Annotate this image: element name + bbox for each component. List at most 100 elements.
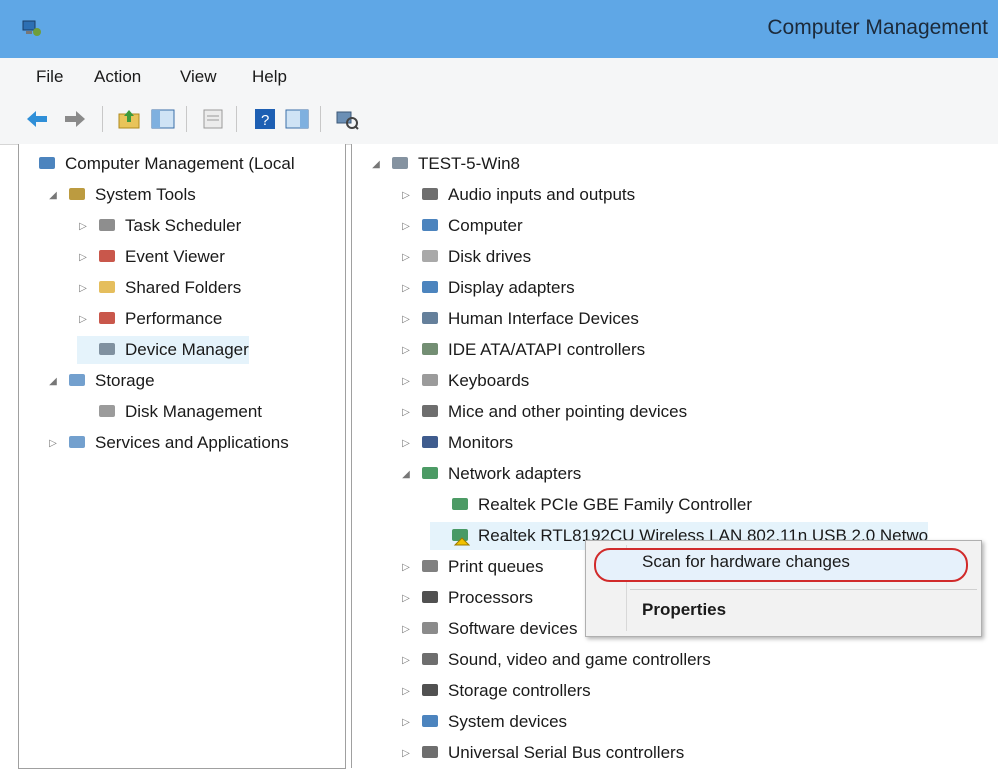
tree-item-system-devices[interactable]: ▷ System devices [400,708,567,736]
printer-icon [420,557,440,577]
tree-item-label: System devices [448,712,568,731]
tree-item-computer[interactable]: ▷ Computer [400,212,523,240]
services-icon [67,433,87,453]
tree-item-label: Task Scheduler [125,216,242,235]
tree-item-label: Processors [448,588,534,607]
show-hide-console-tree-icon[interactable] [150,106,176,132]
tree-item-audio-inputs-and-outputs[interactable]: ▷ Audio inputs and outputs [400,181,635,209]
tree-item-computer-management-local[interactable]: Computer Management (Local [19,150,295,178]
tree-item-storage[interactable]: ◢ Storage [47,367,155,395]
tree-item-label: Display adapters [448,278,575,297]
context-menu: Scan for hardware changes Properties [585,540,982,637]
tree-item-mice-and-other-pointing-devices[interactable]: ▷ Mice and other pointing devices [400,398,687,426]
expand-arrow-icon[interactable]: ▷ [77,283,89,294]
show-action-pane-icon[interactable] [284,106,310,132]
menu-help[interactable]: Help [252,67,287,87]
tree-item-label: Services and Applications [95,433,289,452]
tree-item-label: Software devices [448,619,578,638]
collapse-arrow-icon[interactable]: ◢ [400,469,412,480]
disk-management-icon [97,402,117,422]
expand-arrow-icon[interactable]: ▷ [400,345,412,356]
expand-arrow-icon[interactable]: ▷ [400,624,412,635]
expand-arrow-icon[interactable]: ▷ [400,376,412,387]
console-tree-pane[interactable]: Computer Management (Local ◢ System Tools ▷… [18,144,346,769]
tree-item-realtek-pcie-gbe-family-controller[interactable]: Realtek PCIe GBE Family Controller [430,491,752,519]
menu-view[interactable]: View [180,67,217,87]
system-device-icon [420,712,440,732]
tree-item-disk-management[interactable]: Disk Management [77,398,262,426]
up-folder-icon[interactable] [116,106,142,132]
tree-item-services-and-applications[interactable]: ▷ Services and Applications [47,429,289,457]
toolbar-separator [320,106,321,132]
menu-file[interactable]: File [36,67,63,87]
sound-icon [420,650,440,670]
expand-arrow-icon[interactable]: ▷ [400,438,412,449]
expand-arrow-icon[interactable]: ▷ [77,314,89,325]
tree-item-label: Event Viewer [125,247,225,266]
help-icon[interactable]: ? [252,106,278,132]
tree-item-network-adapters[interactable]: ◢ Network adapters [400,460,581,488]
collapse-arrow-icon[interactable]: ◢ [47,190,59,201]
tree-item-label: Computer Management (Local [65,154,295,173]
menu-action[interactable]: Action [94,67,141,87]
tree-item-task-scheduler[interactable]: ▷ Task Scheduler [77,212,241,240]
expand-arrow-icon[interactable]: ▷ [77,252,89,263]
tree-item-software-devices[interactable]: ▷ Software devices [400,615,577,643]
tree-item-system-tools[interactable]: ◢ System Tools [47,181,196,209]
menu-item-scan-for-hardware-changes[interactable]: Scan for hardware changes [642,552,850,572]
tree-item-universal-serial-bus-controllers[interactable]: ▷ Universal Serial Bus controllers [400,739,684,767]
tree-item-print-queues[interactable]: ▷ Print queues [400,553,543,581]
expand-arrow-icon[interactable]: ▷ [400,593,412,604]
device-tree-pane[interactable]: ◢ TEST-5-Win8 ▷ Audio inputs and outputs ▷ Co… [351,144,998,768]
collapse-arrow-icon[interactable]: ◢ [370,159,382,170]
processor-icon [420,588,440,608]
tree-item-monitors[interactable]: ▷ Monitors [400,429,513,457]
expand-arrow-icon[interactable]: ▷ [400,562,412,573]
back-icon[interactable] [24,106,50,132]
tree-item-display-adapters[interactable]: ▷ Display adapters [400,274,575,302]
forward-icon[interactable] [62,106,88,132]
speaker-icon [420,185,440,205]
tree-item-ide-ata-atapi-controllers[interactable]: ▷ IDE ATA/ATAPI controllers [400,336,645,364]
expand-arrow-icon[interactable]: ▷ [400,190,412,201]
expand-arrow-icon[interactable]: ▷ [400,655,412,666]
expand-arrow-icon[interactable]: ▷ [400,252,412,263]
device-manager-icon [97,340,117,360]
storage-controller-icon [420,681,440,701]
toolbar-separator [102,106,103,132]
tree-item-storage-controllers[interactable]: ▷ Storage controllers [400,677,591,705]
menu-item-properties[interactable]: Properties [642,600,726,620]
expand-arrow-icon[interactable]: ▷ [77,221,89,232]
properties-icon[interactable] [200,106,226,132]
expand-arrow-icon[interactable]: ▷ [400,407,412,418]
expand-arrow-icon[interactable]: ▷ [400,283,412,294]
clock-icon [97,216,117,236]
menu-bar: File Action View Help [0,58,998,97]
storage-icon [67,371,87,391]
tree-item-device-manager[interactable]: Device Manager [77,336,249,364]
expand-arrow-icon[interactable]: ▷ [400,686,412,697]
tree-item-label: Performance [125,309,223,328]
scan-hardware-icon[interactable] [334,106,360,132]
tree-item-shared-folders[interactable]: ▷ Shared Folders [77,274,241,302]
expand-arrow-icon[interactable]: ▷ [400,748,412,759]
expand-arrow-icon[interactable]: ▷ [47,438,59,449]
tree-item-sound-video-and-game-controllers[interactable]: ▷ Sound, video and game controllers [400,646,711,674]
tree-item-disk-drives[interactable]: ▷ Disk drives [400,243,531,271]
expand-arrow-icon[interactable]: ▷ [400,314,412,325]
tree-item-test-5-win8[interactable]: ◢ TEST-5-Win8 [370,150,520,178]
system-tools-icon [67,185,87,205]
ide-controller-icon [420,340,440,360]
collapse-arrow-icon[interactable]: ◢ [47,376,59,387]
tree-item-human-interface-devices[interactable]: ▷ Human Interface Devices [400,305,639,333]
expand-arrow-icon[interactable]: ▷ [400,221,412,232]
tree-item-label: Storage [95,371,155,390]
mouse-icon [420,402,440,422]
network-card-icon [450,495,470,515]
tree-item-keyboards[interactable]: ▷ Keyboards [400,367,529,395]
disk-drive-icon [420,247,440,267]
expand-arrow-icon[interactable]: ▷ [400,717,412,728]
tree-item-processors[interactable]: ▷ Processors [400,584,533,612]
tree-item-event-viewer[interactable]: ▷ Event Viewer [77,243,225,271]
tree-item-performance[interactable]: ▷ Performance [77,305,222,333]
